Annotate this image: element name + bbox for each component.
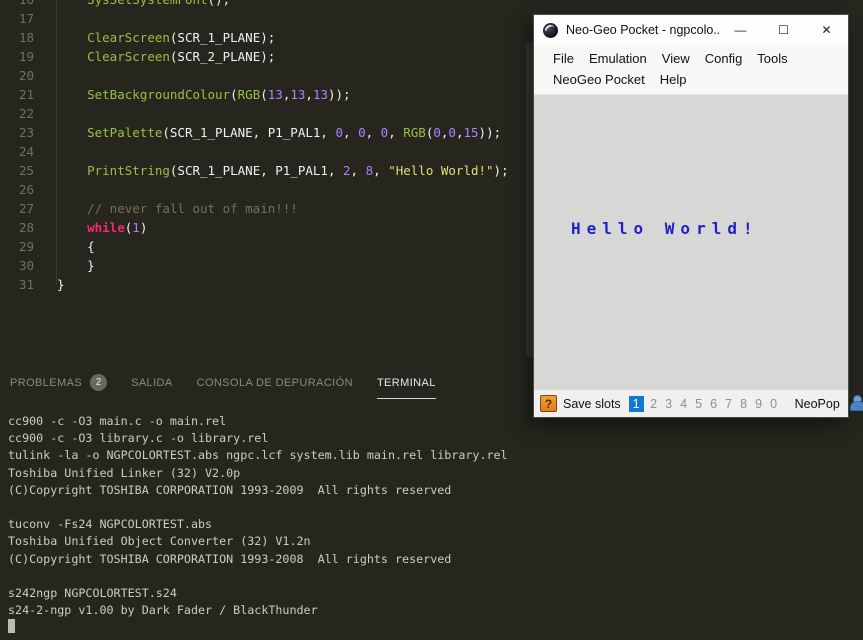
save-slot-3[interactable]: 3 bbox=[664, 397, 674, 411]
minimize-button[interactable]: — bbox=[719, 15, 762, 45]
menu-row-2: NeoGeo Pocket Help bbox=[534, 69, 848, 90]
line-number: 27 bbox=[18, 201, 34, 216]
line-number: 28 bbox=[18, 220, 34, 235]
menu-item-neogeo-pocket[interactable]: NeoGeo Pocket bbox=[553, 72, 645, 87]
code-text: SysSetSystemFont(); bbox=[57, 0, 230, 9]
line-number: 16 bbox=[0, 0, 47, 9]
save-slot-0[interactable]: 0 bbox=[769, 397, 779, 411]
code-line: 16 SysSetSystemFont(); bbox=[0, 0, 863, 9]
save-slot-list: 1234567890 bbox=[628, 395, 779, 412]
app-icon bbox=[543, 22, 558, 38]
panel-tab-label: PROBLEMAS bbox=[10, 376, 83, 389]
code-text: ClearScreen(SCR_1_PLANE); bbox=[87, 30, 276, 45]
emulator-menubar: File Emulation View Config Tools NeoGeo Pock… bbox=[534, 45, 848, 95]
terminal-cursor bbox=[8, 619, 15, 634]
line-number: 21 bbox=[18, 87, 34, 102]
code-text: SetPalette(SCR_1_PLANE, P1_PAL1, 0, 0, 0… bbox=[87, 125, 502, 140]
code-text: ClearScreen(SCR_2_PLANE); bbox=[87, 49, 276, 64]
save-slot-7[interactable]: 7 bbox=[724, 397, 734, 411]
line-number: 22 bbox=[18, 106, 34, 121]
line-number: 23 bbox=[18, 125, 34, 140]
menu-item-file[interactable]: File bbox=[553, 51, 574, 66]
line-number: 26 bbox=[18, 182, 34, 197]
save-slot-9[interactable]: 9 bbox=[754, 397, 764, 411]
save-slot-8[interactable]: 8 bbox=[739, 397, 749, 411]
line-number: 17 bbox=[18, 11, 34, 26]
menu-item-view[interactable]: View bbox=[662, 51, 690, 66]
code-text: } bbox=[57, 277, 65, 292]
menu-item-config[interactable]: Config bbox=[705, 51, 743, 66]
emulator-screen-text: Hello World! bbox=[571, 219, 759, 238]
panel-tab-2[interactable]: CONSOLA DE DEPURACIÓN bbox=[197, 366, 353, 399]
code-text: while(1) bbox=[87, 220, 148, 235]
panel-tab-3[interactable]: TERMINAL bbox=[376, 366, 436, 399]
panel-tab-1[interactable]: SALIDA bbox=[131, 366, 173, 399]
line-number: 19 bbox=[18, 49, 34, 64]
save-slot-5[interactable]: 5 bbox=[694, 397, 704, 411]
save-slot-1[interactable]: 1 bbox=[628, 395, 644, 412]
emulator-statusbar: ? Save slots 1234567890 NeoPop bbox=[534, 389, 863, 417]
line-number: 25 bbox=[18, 163, 34, 178]
code-text: } bbox=[57, 258, 95, 273]
screenshot-root: 16 SysSetSystemFont();1718 ClearScreen(S… bbox=[0, 0, 863, 640]
code-text: // never fall out of main!!! bbox=[87, 201, 298, 216]
line-number: 29 bbox=[18, 239, 34, 254]
panel-tab-label: CONSOLA DE DEPURACIÓN bbox=[196, 376, 353, 389]
problems-badge: 2 bbox=[90, 374, 108, 391]
menu-item-emulation[interactable]: Emulation bbox=[589, 51, 647, 66]
save-slot-2[interactable]: 2 bbox=[649, 397, 659, 411]
menu-item-help[interactable]: Help bbox=[660, 72, 687, 87]
emulator-screen: Hello World! bbox=[534, 95, 848, 394]
code-text: SetBackgroundColour(RGB(13,13,13)); bbox=[87, 87, 351, 102]
line-number: 24 bbox=[18, 144, 34, 159]
line-number: 18 bbox=[18, 30, 34, 45]
code-text: { bbox=[57, 239, 95, 254]
save-slot-6[interactable]: 6 bbox=[709, 397, 719, 411]
emulator-titlebar[interactable]: Neo-Geo Pocket - ngpcolo... — ☐ ✕ bbox=[534, 15, 848, 45]
question-box-icon: ? bbox=[540, 395, 557, 412]
terminal-output[interactable]: cc900 -c -O3 main.c -o main.rel cc900 -c… bbox=[8, 401, 863, 640]
panel-tab-label: SALIDA bbox=[131, 376, 173, 389]
emulator-window: Neo-Geo Pocket - ngpcolo... — ☐ ✕ File Emul… bbox=[533, 14, 863, 418]
window-controls: — ☐ ✕ bbox=[719, 15, 848, 45]
close-button[interactable]: ✕ bbox=[805, 15, 848, 45]
save-slot-4[interactable]: 4 bbox=[679, 397, 689, 411]
line-number: 30 bbox=[18, 258, 34, 273]
panel-tab-0[interactable]: PROBLEMAS 2 bbox=[10, 363, 108, 401]
neopop-label: NeoPop bbox=[794, 396, 840, 411]
window-title: Neo-Geo Pocket - ngpcolo... bbox=[566, 23, 719, 37]
line-number: 20 bbox=[18, 68, 34, 83]
maximize-button[interactable]: ☐ bbox=[762, 15, 805, 45]
code-text: PrintString(SCR_1_PLANE, P1_PAL1, 2, 8, … bbox=[87, 163, 509, 178]
line-number: 31 bbox=[18, 277, 34, 292]
panel-tab-label: TERMINAL bbox=[376, 376, 436, 389]
menu-item-tools[interactable]: Tools bbox=[757, 51, 787, 66]
menu-row-1: File Emulation View Config Tools bbox=[534, 48, 848, 69]
save-slots-label: Save slots bbox=[563, 396, 621, 411]
